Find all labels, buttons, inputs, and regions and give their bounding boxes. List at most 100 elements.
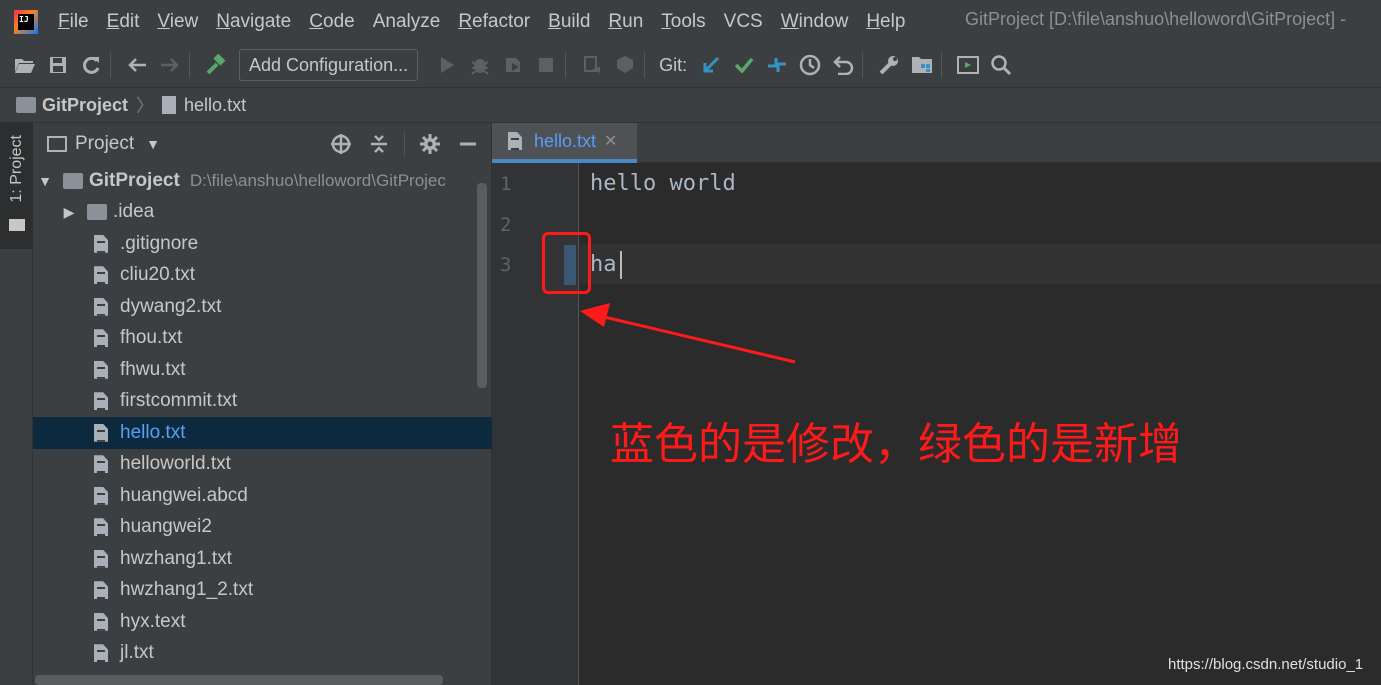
add-configuration-button[interactable]: Add Configuration... xyxy=(239,49,419,81)
text-file-icon xyxy=(94,455,108,474)
tree-item-label: huangwei2 xyxy=(120,516,212,538)
forward-arrow-icon[interactable] xyxy=(157,52,183,78)
menu-mnemonic: N xyxy=(216,10,230,32)
menu-label: ile xyxy=(69,10,89,32)
menu-build[interactable]: Build xyxy=(548,11,590,33)
menu-label: un xyxy=(622,10,644,32)
tree-item[interactable]: fhwu.txt xyxy=(33,354,492,386)
project-view-icon xyxy=(47,136,67,152)
menu-vcs[interactable]: VCS xyxy=(724,11,763,33)
git-update-icon[interactable] xyxy=(698,52,724,78)
menu-run[interactable]: Run xyxy=(608,11,643,33)
menu-refactor[interactable]: Refactor xyxy=(458,11,530,33)
run-coverage-icon[interactable] xyxy=(500,52,526,78)
project-tool-tab-label: 1: Project xyxy=(8,135,25,203)
horizontal-scrollbar[interactable] xyxy=(35,675,443,685)
tree-item[interactable]: hyx.text xyxy=(33,606,492,638)
tab-hello-txt[interactable]: hello.txt ✕ xyxy=(492,123,637,163)
stop-icon[interactable] xyxy=(533,52,559,78)
project-folder-icon xyxy=(63,172,83,189)
project-tool-tab[interactable]: 1: Project xyxy=(0,123,33,249)
annotation-highlight-box xyxy=(542,232,591,294)
minimize-icon[interactable] xyxy=(455,131,481,157)
text-cursor xyxy=(620,251,622,279)
menu-analyze[interactable]: Analyze xyxy=(373,11,441,33)
build-artifacts-icon[interactable] xyxy=(612,52,638,78)
close-icon[interactable]: ✕ xyxy=(604,131,617,151)
menu-navigate[interactable]: Navigate xyxy=(216,11,291,33)
locate-crosshair-icon[interactable] xyxy=(328,131,354,157)
tree-item[interactable]: huangwei2 xyxy=(33,512,492,544)
tree-item[interactable]: cliu20.txt xyxy=(33,260,492,292)
menu-view[interactable]: View xyxy=(157,11,198,33)
breadcrumb: GitProject 〉 hello.txt xyxy=(0,87,1381,123)
tree-item[interactable]: jl.txt xyxy=(33,638,492,670)
text-file-icon xyxy=(94,234,108,253)
tree-item[interactable]: helloworld.txt xyxy=(33,449,492,481)
git-commit-icon[interactable] xyxy=(731,52,757,78)
text-file-icon xyxy=(94,329,108,348)
git-label: Git: xyxy=(659,54,688,75)
history-clock-icon[interactable] xyxy=(797,52,823,78)
menu-mnemonic: R xyxy=(458,10,473,32)
menu-mnemonic: T xyxy=(661,10,671,32)
tree-item[interactable]: hello.txt xyxy=(33,417,492,449)
collapse-all-icon[interactable] xyxy=(366,131,392,157)
header-separator xyxy=(404,131,405,157)
tree-item[interactable]: hwzhang1.txt xyxy=(33,543,492,575)
menu-mnemonic: R xyxy=(608,10,623,32)
menu-code[interactable]: Code xyxy=(309,11,354,33)
tree-item[interactable]: dywang2.txt xyxy=(33,291,492,323)
save-icon[interactable] xyxy=(45,52,71,78)
menu-label: ools xyxy=(670,10,706,32)
breadcrumb-project[interactable]: GitProject xyxy=(42,95,128,116)
project-folder-icon xyxy=(16,97,36,113)
tree-item-label: hello.txt xyxy=(120,421,186,443)
tree-root-row[interactable]: ▼ GitProject D:\file\anshuo\helloword\Gi… xyxy=(33,165,492,197)
text-file-icon xyxy=(94,486,108,505)
search-icon[interactable] xyxy=(988,52,1014,78)
menu-help[interactable]: Help xyxy=(866,11,905,33)
tab-label: hello.txt xyxy=(534,130,597,151)
toolbar-separator xyxy=(110,52,111,78)
tree-item[interactable]: .gitignore xyxy=(33,228,492,260)
vertical-scrollbar[interactable] xyxy=(477,183,487,388)
menu-mnemonic: W xyxy=(780,10,799,32)
run-anything-icon[interactable] xyxy=(955,52,981,78)
debug-icon[interactable] xyxy=(467,52,493,78)
tree-item[interactable]: fhou.txt xyxy=(33,323,492,355)
back-arrow-icon[interactable] xyxy=(124,52,150,78)
git-compare-icon[interactable] xyxy=(764,52,790,78)
menu-edit[interactable]: Edit xyxy=(107,11,140,33)
chevron-down-icon[interactable]: ▼ xyxy=(146,136,160,152)
build-hammer-icon[interactable] xyxy=(203,52,229,78)
settings-wrench-icon[interactable] xyxy=(876,52,902,78)
tree-item-label: helloworld.txt xyxy=(120,453,231,475)
project-panel-title[interactable]: Project xyxy=(75,133,134,155)
text-file-icon xyxy=(94,360,108,379)
text-file-icon xyxy=(94,549,108,568)
left-tool-strip: 1: Project xyxy=(0,123,33,685)
toolbar-separator xyxy=(189,52,190,78)
project-panel-header: Project ▼ xyxy=(33,123,491,165)
open-folder-icon[interactable] xyxy=(12,52,38,78)
menu-label: VCS xyxy=(723,10,763,32)
menu-window[interactable]: Window xyxy=(781,11,849,33)
tree-item[interactable]: hwzhang1_2.txt xyxy=(33,575,492,607)
attach-debugger-icon[interactable] xyxy=(579,52,605,78)
tree-item[interactable]: ▶ .idea xyxy=(33,197,492,229)
tree-item-label: cliu20.txt xyxy=(120,264,195,286)
project-structure-icon[interactable] xyxy=(909,52,935,78)
text-file-icon xyxy=(162,96,177,114)
tree-item[interactable]: firstcommit.txt xyxy=(33,386,492,418)
menu-file[interactable]: File xyxy=(58,11,89,33)
chevron-down-icon[interactable]: ▼ xyxy=(37,173,53,189)
rollback-icon[interactable] xyxy=(830,52,856,78)
gear-icon[interactable] xyxy=(417,131,443,157)
breadcrumb-file[interactable]: hello.txt xyxy=(184,95,246,116)
run-icon[interactable] xyxy=(434,52,460,78)
sync-icon[interactable] xyxy=(78,52,104,78)
menu-tools[interactable]: Tools xyxy=(661,11,705,33)
tree-item[interactable]: huangwei.abcd xyxy=(33,480,492,512)
chevron-right-icon[interactable]: ▶ xyxy=(61,204,77,221)
